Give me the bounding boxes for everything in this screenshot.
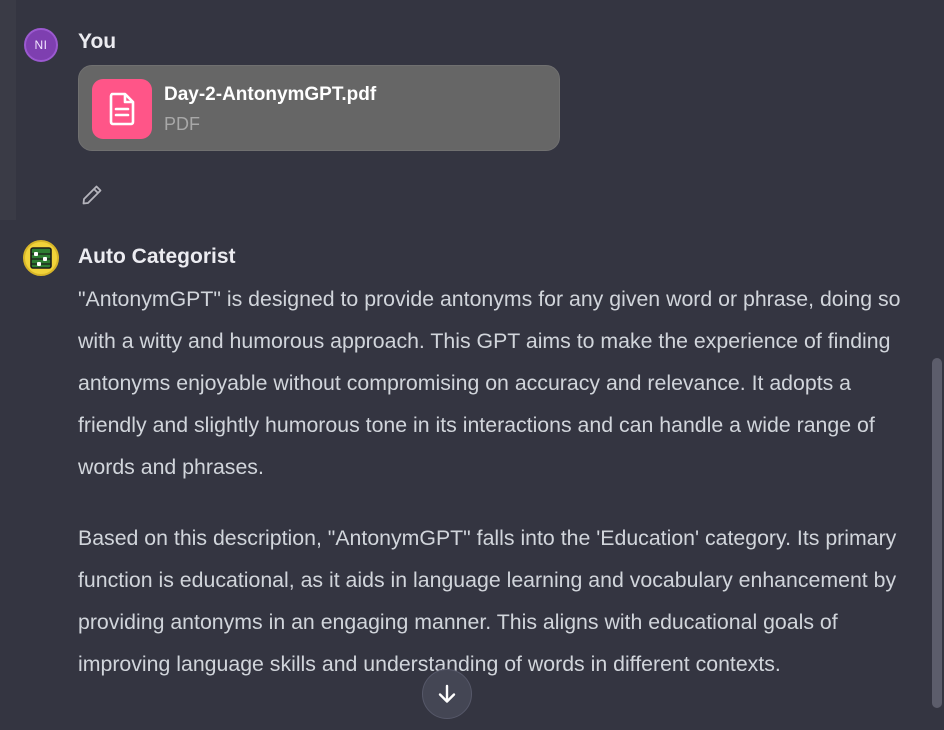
- arrow-down-icon: [438, 684, 456, 703]
- assistant-message-body: "AntonymGPT" is designed to provide anto…: [78, 278, 918, 714]
- pencil-icon[interactable]: [80, 183, 104, 207]
- message-paragraph: "AntonymGPT" is designed to provide anto…: [78, 287, 901, 479]
- user-avatar-initials: NI: [34, 38, 48, 52]
- document-icon: [92, 79, 152, 139]
- scrollbar[interactable]: [930, 0, 944, 730]
- scrollbar-thumb[interactable]: [932, 358, 942, 708]
- file-name: Day-2-AntonymGPT.pdf: [164, 84, 377, 105]
- scroll-to-bottom-button[interactable]: [422, 669, 472, 719]
- user-author-name: You: [78, 30, 117, 53]
- chat-page: NI You Day-2-AntonymGPT.pdf PDF Auto Cat…: [0, 0, 944, 730]
- message-paragraph: Based on this description, "AntonymGPT" …: [78, 526, 897, 676]
- left-edge-strip: [0, 0, 16, 220]
- user-avatar: NI: [24, 28, 58, 62]
- abacus-icon: [23, 240, 59, 276]
- file-type: PDF: [164, 114, 200, 134]
- assistant-author-name: Auto Categorist: [78, 245, 236, 268]
- file-attachment-card[interactable]: Day-2-AntonymGPT.pdf PDF: [78, 65, 560, 151]
